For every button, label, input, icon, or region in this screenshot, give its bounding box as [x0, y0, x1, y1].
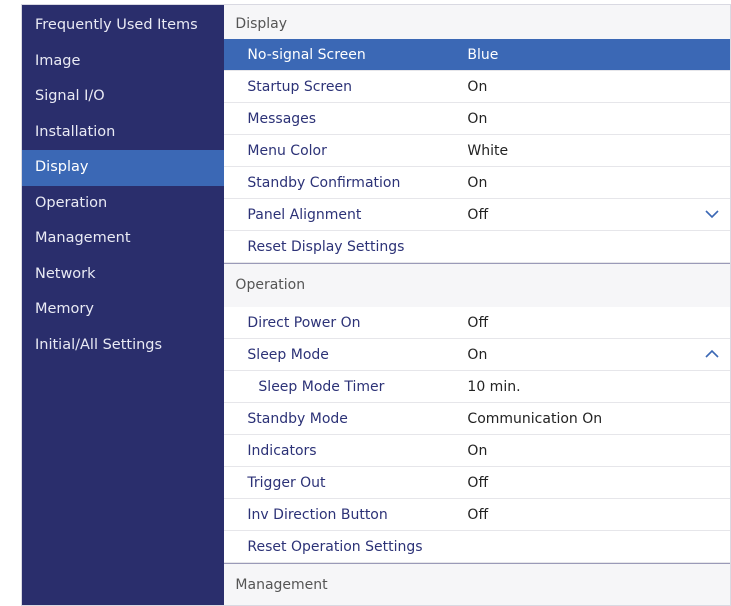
- setting-value: On: [467, 174, 488, 191]
- setting-label: Trigger Out: [247, 474, 326, 491]
- setting-row-no-signal-screen[interactable]: No-signal Screen Blue: [224, 39, 730, 71]
- sidebar-item-frequently-used[interactable]: Frequently Used Items: [22, 8, 224, 44]
- setting-row-standby-mode[interactable]: Standby Mode Communication On: [224, 403, 730, 435]
- setting-label: Standby Mode: [247, 410, 348, 427]
- sidebar-item-signal-io[interactable]: Signal I/O: [22, 79, 224, 115]
- setting-label: Standby Confirmation: [247, 174, 401, 191]
- setting-label: Startup Screen: [247, 78, 352, 95]
- setting-label: Panel Alignment: [247, 206, 362, 223]
- setting-label: Menu Color: [247, 142, 327, 159]
- section-header-operation: Operation: [224, 263, 730, 307]
- setting-label: Messages: [247, 110, 317, 127]
- sidebar-item-network[interactable]: Network: [22, 257, 224, 293]
- setting-row-standby-confirmation[interactable]: Standby Confirmation On: [224, 167, 730, 199]
- section-header-display: Display: [224, 5, 730, 39]
- setting-value: On: [467, 346, 488, 363]
- chevron-down-icon[interactable]: [704, 205, 720, 223]
- settings-panel: Display No-signal Screen Blue Startup Sc…: [224, 5, 730, 605]
- sidebar-item-initial-all-settings[interactable]: Initial/All Settings: [22, 328, 224, 364]
- setting-row-inv-direction-button[interactable]: Inv Direction Button Off: [224, 499, 730, 531]
- setting-value: Off: [467, 206, 489, 223]
- setting-value: Communication On: [467, 410, 603, 427]
- setting-row-panel-alignment[interactable]: Panel Alignment Off: [224, 199, 730, 231]
- sidebar-item-installation[interactable]: Installation: [22, 115, 224, 151]
- section-header-management: Management: [224, 563, 730, 605]
- setting-label: Sleep Mode Timer: [258, 378, 385, 395]
- setting-row-sleep-mode-timer[interactable]: Sleep Mode Timer 10 min.: [224, 371, 730, 403]
- sidebar-item-operation[interactable]: Operation: [22, 186, 224, 222]
- setting-row-menu-color[interactable]: Menu Color White: [224, 135, 730, 167]
- setting-value: 10 min.: [467, 378, 521, 395]
- setting-value: Off: [467, 474, 489, 491]
- setting-value: Off: [467, 314, 489, 331]
- setting-value: On: [467, 110, 488, 127]
- setting-value: White: [467, 142, 509, 159]
- sidebar-item-management[interactable]: Management: [22, 221, 224, 257]
- setting-label: Indicators: [247, 442, 317, 459]
- setting-row-sleep-mode[interactable]: Sleep Mode On: [224, 339, 730, 371]
- menu-window: Frequently Used Items Image Signal I/O I…: [21, 4, 731, 606]
- setting-value: On: [467, 442, 488, 459]
- sidebar-item-memory[interactable]: Memory: [22, 292, 224, 328]
- setting-row-messages[interactable]: Messages On: [224, 103, 730, 135]
- setting-row-indicators[interactable]: Indicators On: [224, 435, 730, 467]
- setting-label: No-signal Screen: [247, 46, 366, 63]
- setting-row-startup-screen[interactable]: Startup Screen On: [224, 71, 730, 103]
- chevron-up-icon[interactable]: [704, 345, 720, 363]
- sidebar: Frequently Used Items Image Signal I/O I…: [22, 5, 225, 605]
- setting-value: Blue: [467, 46, 499, 63]
- setting-label: Sleep Mode: [247, 346, 329, 363]
- setting-label: Direct Power On: [247, 314, 361, 331]
- setting-value: On: [467, 78, 488, 95]
- setting-label: Inv Direction Button: [247, 506, 388, 523]
- setting-value: Off: [467, 506, 489, 523]
- setting-row-reset-operation-settings[interactable]: Reset Operation Settings: [224, 531, 730, 563]
- setting-label: Reset Operation Settings: [247, 538, 423, 555]
- setting-row-direct-power-on[interactable]: Direct Power On Off: [224, 307, 730, 339]
- sidebar-item-image[interactable]: Image: [22, 44, 224, 80]
- setting-label: Reset Display Settings: [247, 238, 405, 255]
- setting-row-reset-display-settings[interactable]: Reset Display Settings: [224, 231, 730, 263]
- setting-row-trigger-out[interactable]: Trigger Out Off: [224, 467, 730, 499]
- sidebar-item-display[interactable]: Display: [22, 150, 225, 186]
